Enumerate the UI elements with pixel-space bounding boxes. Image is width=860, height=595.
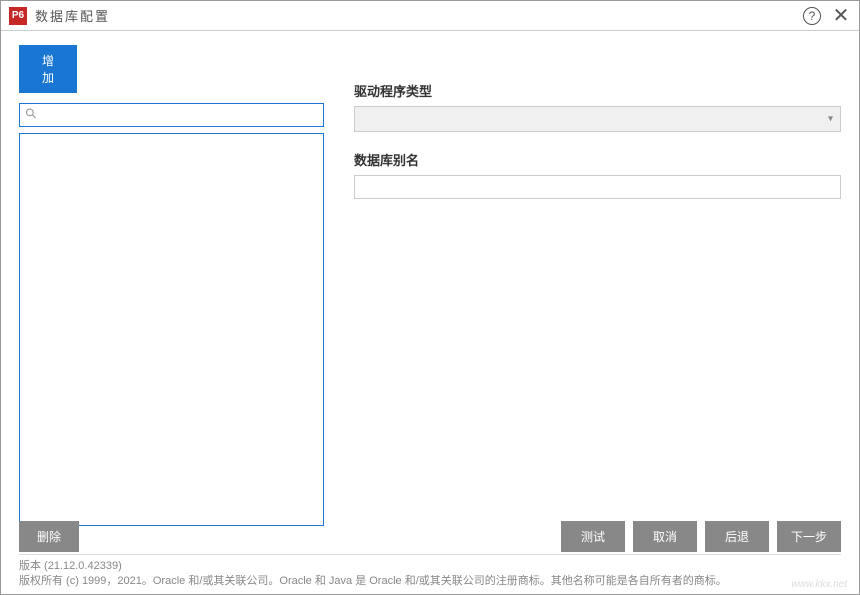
db-alias-input[interactable] (354, 175, 841, 199)
next-button[interactable]: 下一步 (777, 521, 841, 552)
database-list[interactable] (19, 133, 324, 526)
driver-type-select-wrap: ▾ (354, 106, 841, 132)
db-alias-group: 数据库别名 (354, 150, 841, 199)
search-box (19, 103, 324, 127)
add-button[interactable]: 增加 (19, 45, 77, 93)
copyright-text: 版权所有 (c) 1999，2021。Oracle 和/或其关联公司。Oracl… (19, 574, 841, 588)
footer-right-buttons: 测试 取消 后退 下一步 (561, 521, 841, 552)
right-column: 驱动程序类型 ▾ 数据库别名 (354, 45, 841, 526)
help-icon[interactable]: ? (803, 7, 821, 25)
watermark: www.kkx.net (791, 579, 847, 590)
version-text: 版本 (21.12.0.42339) (19, 559, 841, 573)
delete-button[interactable]: 删除 (19, 521, 79, 552)
driver-type-group: 驱动程序类型 ▾ (354, 81, 841, 132)
close-icon[interactable]: ✕ (831, 6, 851, 26)
test-button[interactable]: 测试 (561, 521, 625, 552)
window-title: 数据库配置 (35, 6, 110, 25)
cancel-button[interactable]: 取消 (633, 521, 697, 552)
search-input[interactable] (19, 103, 324, 127)
content: 增加 驱动程序类型 ▾ 数据库别名 (1, 31, 859, 526)
titlebar-actions: ? ✕ (803, 6, 851, 26)
driver-type-label: 驱动程序类型 (354, 81, 841, 100)
driver-type-select[interactable] (354, 106, 841, 132)
footer-buttons: 删除 测试 取消 后退 下一步 (19, 521, 841, 552)
left-column: 增加 (19, 45, 324, 526)
db-alias-label: 数据库别名 (354, 150, 841, 169)
back-button[interactable]: 后退 (705, 521, 769, 552)
footer-info: 版本 (21.12.0.42339) 版权所有 (c) 1999，2021。Or… (19, 554, 841, 588)
app-icon: P6 (9, 7, 27, 25)
titlebar: P6 数据库配置 ? ✕ (1, 1, 859, 31)
